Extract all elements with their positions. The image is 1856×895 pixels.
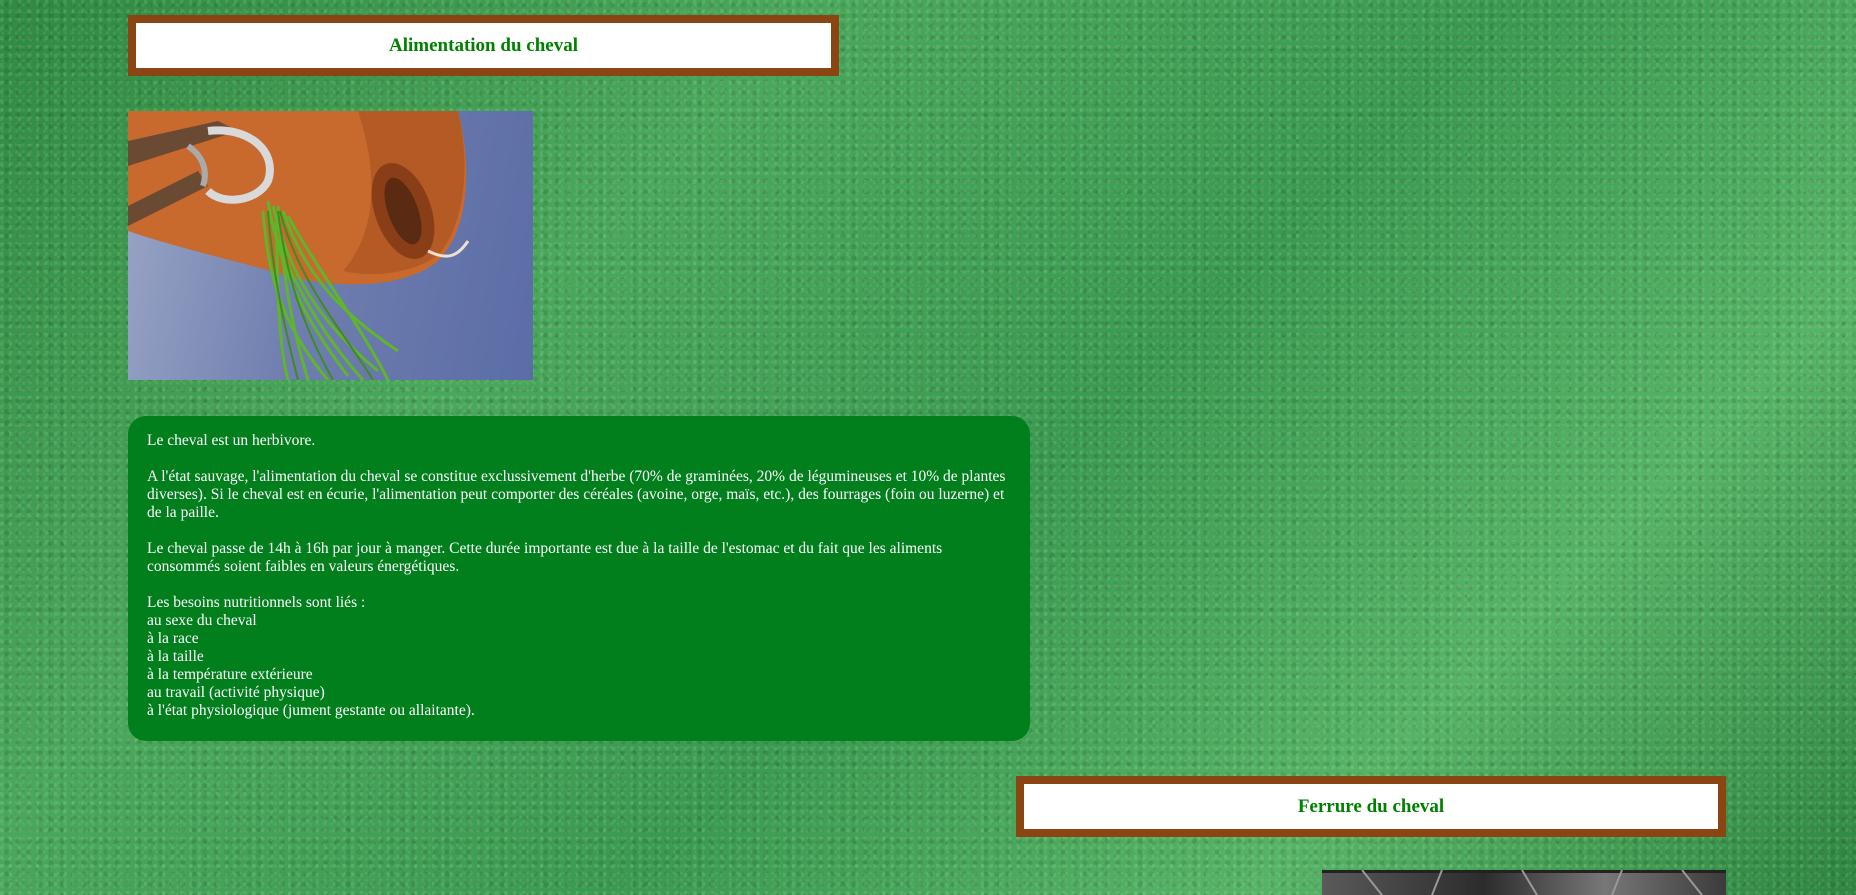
nutrition-needs-list: Les besoins nutritionnels sont liés : au… xyxy=(147,594,1011,720)
ferrure-image xyxy=(1322,870,1726,895)
list-item: à la taille xyxy=(147,648,204,665)
paragraph: Le cheval passe de 14h à 16h par jour à … xyxy=(147,540,943,575)
section-title-text: Ferrure du cheval xyxy=(1297,795,1445,817)
alimentation-text-panel: Le cheval est un herbivore. A l'état sau… xyxy=(128,416,1030,741)
section-title-ferrure: Ferrure du cheval xyxy=(1016,776,1726,837)
section-title-alimentation: Alimentation du cheval xyxy=(128,15,839,76)
list-intro: Les besoins nutritionnels sont liés : xyxy=(147,594,366,611)
paragraph: A l'état sauvage, l'alimentation du chev… xyxy=(147,468,1006,521)
list-item: à la température extérieure xyxy=(147,666,313,683)
list-item: à la race xyxy=(147,630,199,647)
paragraph: Le cheval est un herbivore. xyxy=(147,432,316,449)
list-item: à l'état physiologique (jument gestante … xyxy=(147,702,475,719)
section-title-text: Alimentation du cheval xyxy=(389,34,578,56)
list-item: au sexe du cheval xyxy=(147,612,257,629)
list-item: au travail (activité physique) xyxy=(147,684,325,701)
horse-eating-grass-image xyxy=(128,111,533,380)
